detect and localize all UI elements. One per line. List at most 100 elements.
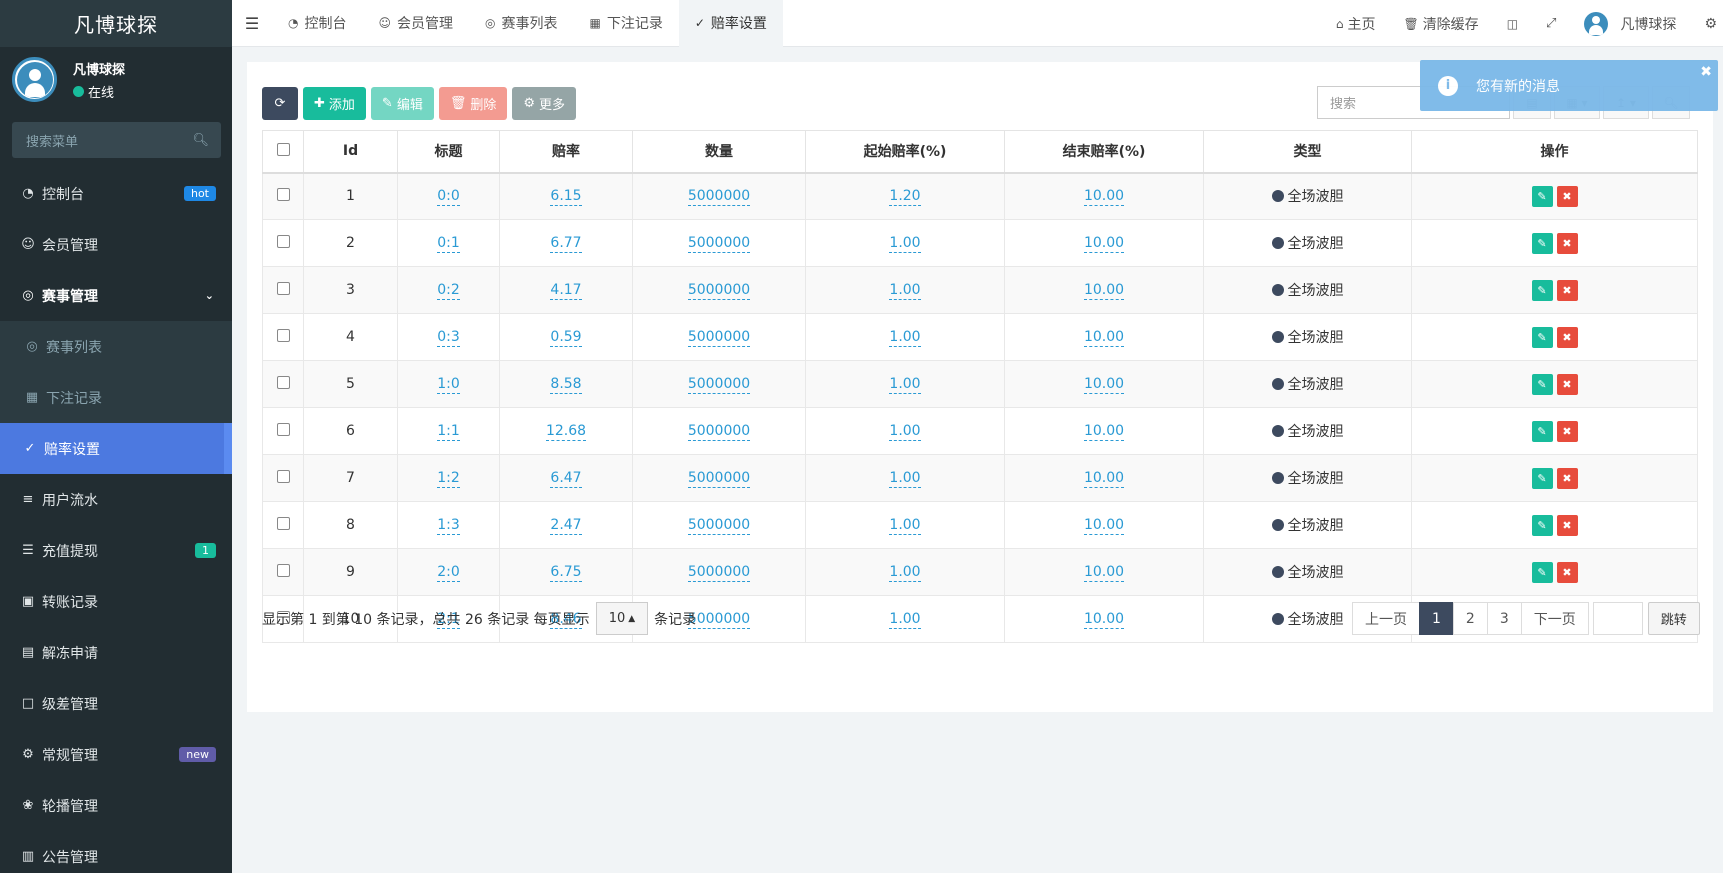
editable-end-odds[interactable]: 10.00 xyxy=(1083,564,1125,582)
editable-odds[interactable]: 6.77 xyxy=(550,235,582,253)
table-row[interactable]: 3 0:2 4.17 5000000 1.00 10.00 全场波胆 ✎ ✖ xyxy=(262,266,1698,314)
editable-start-odds[interactable]: 1.00 xyxy=(889,282,921,300)
editable-start-odds[interactable]: 1.00 xyxy=(889,564,921,582)
table-row[interactable]: 6 1:1 12.68 5000000 1.00 10.00 全场波胆 ✎ ✖ xyxy=(262,407,1698,455)
nav-tab[interactable]: ☺ 会员管理 xyxy=(362,0,469,47)
row-delete-button[interactable]: ✖ xyxy=(1556,185,1578,207)
editable-odds[interactable]: 8.58 xyxy=(550,376,582,394)
col-type[interactable]: 类型 xyxy=(1203,130,1412,174)
editable-quantity[interactable]: 5000000 xyxy=(687,235,751,253)
editable-odds[interactable]: 2.47 xyxy=(550,517,582,535)
col-title[interactable]: 标题 xyxy=(397,130,500,174)
row-checkbox[interactable] xyxy=(262,172,304,220)
page-size-select[interactable]: 10 ▲ xyxy=(595,602,649,635)
row-edit-button[interactable]: ✎ xyxy=(1531,232,1553,254)
more-button[interactable]: ⚙ 更多 xyxy=(512,87,577,120)
table-row[interactable]: 8 1:3 2.47 5000000 1.00 10.00 全场波胆 ✎ ✖ xyxy=(262,501,1698,549)
row-delete-button[interactable]: ✖ xyxy=(1556,467,1578,489)
edit-button[interactable]: ✎ 编辑 xyxy=(370,87,434,120)
add-button[interactable]: ✚ 添加 xyxy=(303,87,366,120)
row-delete-button[interactable]: ✖ xyxy=(1556,514,1578,536)
row-checkbox[interactable] xyxy=(262,219,304,267)
sidebar-item[interactable]: ◔ 控制台 hot xyxy=(0,168,232,219)
row-edit-button[interactable]: ✎ xyxy=(1531,326,1553,348)
editable-start-odds[interactable]: 1.00 xyxy=(889,611,921,629)
table-row[interactable]: 1 0:0 6.15 5000000 1.20 10.00 全场波胆 ✎ ✖ xyxy=(262,172,1698,220)
row-delete-button[interactable]: ✖ xyxy=(1556,420,1578,442)
row-checkbox[interactable] xyxy=(262,360,304,408)
editable-quantity[interactable]: 5000000 xyxy=(687,282,751,300)
sidebar-item[interactable]: ▤ 解冻申请 xyxy=(0,627,232,678)
editable-title[interactable]: 1:1 xyxy=(437,423,460,441)
prev-page-button[interactable]: 上一页 xyxy=(1352,602,1420,635)
sidebar-item[interactable]: ✓ 赔率设置 xyxy=(0,423,232,474)
sidebar-item[interactable]: ≡ 用户流水 xyxy=(0,474,232,525)
notification-toast[interactable]: i 您有新的消息 ✖ xyxy=(1420,60,1718,111)
sidebar-item[interactable]: □ 级差管理 xyxy=(0,678,232,729)
home-link[interactable]: ⌂ 主页 xyxy=(1322,14,1390,34)
nav-tab[interactable]: ◎ 赛事列表 xyxy=(469,0,573,47)
editable-quantity[interactable]: 5000000 xyxy=(687,470,751,488)
col-end-odds[interactable]: 结束赔率(%) xyxy=(1004,130,1204,174)
table-row[interactable]: 7 1:2 6.47 5000000 1.00 10.00 全场波胆 ✎ ✖ xyxy=(262,454,1698,502)
table-row[interactable]: 4 0:3 0.59 5000000 1.00 10.00 全场波胆 ✎ ✖ xyxy=(262,313,1698,361)
sidebar-item[interactable]: ▦ 下注记录 xyxy=(0,372,232,423)
editable-quantity[interactable]: 5000000 xyxy=(687,611,751,629)
editable-quantity[interactable]: 5000000 xyxy=(687,329,751,347)
clear-cache-button[interactable]: 🗑︎ 清除缓存 xyxy=(1389,14,1492,34)
sidebar-item[interactable]: ▥ 公告管理 xyxy=(0,831,232,873)
editable-end-odds[interactable]: 10.00 xyxy=(1083,470,1125,488)
delete-button[interactable]: 🗑︎ 删除 xyxy=(438,87,508,120)
brand-logo[interactable]: 凡博球探 xyxy=(0,0,232,47)
table-row[interactable]: 5 1:0 8.58 5000000 1.00 10.00 全场波胆 ✎ ✖ xyxy=(262,360,1698,408)
row-edit-button[interactable]: ✎ xyxy=(1531,514,1553,536)
row-checkbox[interactable] xyxy=(262,454,304,502)
editable-start-odds[interactable]: 1.00 xyxy=(889,470,921,488)
close-icon[interactable]: ✖ xyxy=(1700,64,1712,80)
editable-end-odds[interactable]: 10.00 xyxy=(1083,423,1125,441)
editable-title[interactable]: 1:0 xyxy=(437,376,460,394)
editable-odds[interactable]: 6.15 xyxy=(550,188,582,207)
editable-title[interactable]: 1:2 xyxy=(437,470,460,488)
editable-end-odds[interactable]: 10.00 xyxy=(1083,517,1125,535)
editable-end-odds[interactable]: 10.00 xyxy=(1083,611,1125,629)
row-edit-button[interactable]: ✎ xyxy=(1531,279,1553,301)
editable-start-odds[interactable]: 1.00 xyxy=(889,376,921,394)
row-checkbox[interactable] xyxy=(262,313,304,361)
editable-end-odds[interactable]: 10.00 xyxy=(1083,329,1125,347)
row-edit-button[interactable]: ✎ xyxy=(1531,467,1553,489)
row-delete-button[interactable]: ✖ xyxy=(1556,561,1578,583)
row-delete-button[interactable]: ✖ xyxy=(1556,326,1578,348)
col-odds[interactable]: 赔率 xyxy=(499,130,633,174)
sidebar-item[interactable]: ⚙ 常规管理 new xyxy=(0,729,232,780)
row-edit-button[interactable]: ✎ xyxy=(1531,373,1553,395)
sidebar-item[interactable]: ▣ 转账记录 xyxy=(0,576,232,627)
menu-search-input[interactable]: 搜索菜单 🔍︎ xyxy=(12,122,221,158)
editable-quantity[interactable]: 5000000 xyxy=(687,188,751,207)
fullscreen-icon[interactable]: ⤢ xyxy=(1532,16,1570,31)
editable-title[interactable]: 2:0 xyxy=(437,564,460,582)
editable-quantity[interactable]: 5000000 xyxy=(687,564,751,582)
editable-start-odds[interactable]: 1.20 xyxy=(889,188,921,207)
row-checkbox[interactable] xyxy=(262,407,304,455)
editable-quantity[interactable]: 5000000 xyxy=(687,423,751,441)
translate-icon[interactable]: ◫ xyxy=(1493,17,1532,31)
editable-start-odds[interactable]: 1.00 xyxy=(889,517,921,535)
editable-end-odds[interactable]: 10.00 xyxy=(1083,376,1125,394)
row-delete-button[interactable]: ✖ xyxy=(1556,232,1578,254)
col-start-odds[interactable]: 起始赔率(%) xyxy=(805,130,1005,174)
editable-title[interactable]: 0:2 xyxy=(437,282,460,300)
editable-title[interactable]: 0:0 xyxy=(437,188,460,207)
refresh-button[interactable]: ⟳ xyxy=(262,87,298,120)
editable-end-odds[interactable]: 10.00 xyxy=(1083,235,1125,253)
editable-odds[interactable]: 4.17 xyxy=(550,282,582,300)
row-checkbox[interactable] xyxy=(262,548,304,596)
nav-tab[interactable]: ◔ 控制台 xyxy=(272,0,362,47)
editable-title[interactable]: 0:3 xyxy=(437,329,460,347)
jump-page-input[interactable] xyxy=(1592,602,1643,635)
table-row[interactable]: 9 2:0 6.75 5000000 1.00 10.00 全场波胆 ✎ ✖ xyxy=(262,548,1698,596)
sidebar-item[interactable]: ◎ 赛事列表 xyxy=(0,321,232,372)
select-all-checkbox[interactable] xyxy=(262,130,304,174)
next-page-button[interactable]: 下一页 xyxy=(1520,602,1589,635)
sidebar-item[interactable]: ❀ 轮播管理 xyxy=(0,780,232,831)
